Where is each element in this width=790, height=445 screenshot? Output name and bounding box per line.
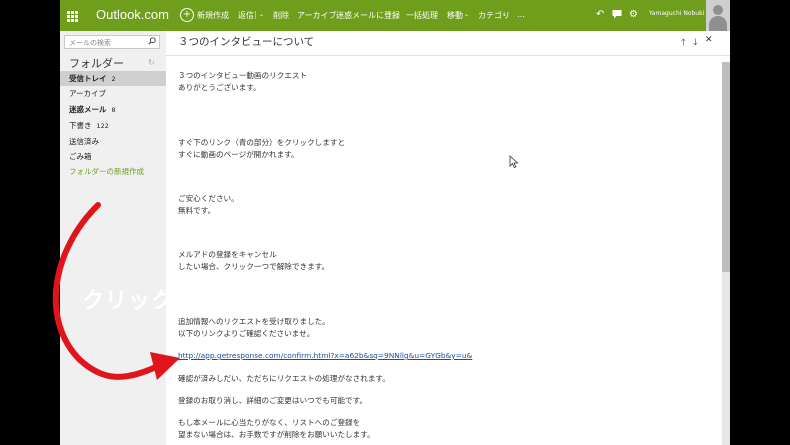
sidebar-item-junk[interactable]: 迷惑メール 8 [60, 102, 166, 117]
message-paragraph: すぐ下のリンク（青の部分）をクリックしますと すぐに動画のページが開かれます。 [178, 138, 346, 159]
top-bar: Outlook.com + 新規作成 返信 | ⌄ 削除 アーカイブ 迷惑メール… [60, 0, 730, 31]
message-subject: ３つのインタビューについて [178, 36, 315, 48]
message-paragraph: もし本メールに心当たりがなく、リストへのご登録を 望まない場合は、お手数ですが削除… [178, 418, 375, 439]
unread-count: 8 [111, 106, 116, 114]
sidebar-item-label: 下書き [69, 121, 92, 130]
new-message-button[interactable]: + 新規作成 [180, 6, 229, 24]
previous-message-icon[interactable]: 🡑 [681, 35, 686, 51]
scrollbar[interactable] [722, 62, 730, 445]
messaging-icon[interactable] [612, 9, 622, 22]
message-paragraph: 登録のお取り消し、詳細のご変更はいつでも可能です。 [178, 396, 368, 405]
close-icon[interactable]: ✕ [705, 35, 713, 45]
sidebar-item-drafts[interactable]: 下書き 122 [60, 118, 166, 133]
more-commands-button[interactable]: … [517, 10, 525, 19]
sidebar-item-archive[interactable]: アーカイブ [60, 86, 166, 101]
outlook-window: Outlook.com + 新規作成 返信 | ⌄ 削除 アーカイブ 迷惑メール… [60, 0, 730, 445]
scrollbar-thumb[interactable] [722, 62, 730, 272]
plus-icon: + [180, 8, 194, 22]
refresh-icon[interactable]: ↻ [148, 58, 155, 67]
reply-divider: | [254, 10, 257, 19]
folders-heading[interactable]: フォルダー [69, 55, 124, 71]
mouse-cursor-icon [509, 155, 519, 169]
unread-count: 2 [111, 75, 116, 83]
sidebar-item-label: ごみ箱 [69, 152, 92, 161]
categories-chevron-down-icon[interactable]: ⌄ [502, 11, 507, 18]
confirm-link[interactable]: http://app.getresponse.com/confirm.html?… [178, 351, 472, 360]
sidebar-item-inbox[interactable]: 受信トレイ 2 [60, 71, 166, 86]
search-icon[interactable] [148, 37, 156, 45]
user-name[interactable]: Yamaguchi Nobuki [649, 10, 704, 17]
next-message-icon[interactable]: 🡓 [693, 35, 698, 51]
new-message-label: 新規作成 [197, 10, 229, 20]
brand-logo[interactable]: Outlook.com [96, 7, 169, 22]
search-placeholder: メールの検索 [69, 39, 111, 47]
sweep-button[interactable]: 一括処理 [406, 10, 438, 21]
header-divider [166, 55, 730, 56]
message-paragraph: 追加情報へのリクエストを受け取りました。 以下のリンクよりご確認くださいませ。 [178, 317, 330, 338]
gear-icon[interactable]: ⚙ [629, 9, 638, 20]
sidebar-item-deleted[interactable]: ごみ箱 [60, 149, 166, 164]
reply-button[interactable]: 返信 [238, 10, 254, 21]
app-launcher-icon[interactable] [60, 0, 84, 31]
click-annotation-label: クリック [82, 289, 175, 314]
new-folder-link[interactable]: フォルダーの新規作成 [60, 164, 166, 179]
draft-count: 122 [96, 122, 109, 130]
sidebar-item-sent[interactable]: 送信済み [60, 134, 166, 149]
delete-button[interactable]: 削除 [273, 10, 289, 21]
message-paragraph: 確認が済みしだい、ただちにリクエストの処理がなされます。 [178, 374, 390, 383]
message-paragraph: メルアドの登録をキャンセル したい場合、クリック一つで解除できます。 [178, 250, 330, 271]
move-button[interactable]: 移動 [447, 10, 463, 21]
sidebar-item-label: 迷惑メール [69, 105, 107, 114]
avatar[interactable] [706, 0, 730, 31]
move-chevron-down-icon[interactable]: ⌄ [464, 11, 469, 18]
undo-icon[interactable]: ↶ [596, 9, 604, 20]
search-input[interactable]: メールの検索 [64, 35, 160, 49]
junk-divider: | [388, 10, 391, 19]
archive-button[interactable]: アーカイブ [297, 10, 337, 21]
sidebar-item-label: アーカイブ [69, 89, 107, 98]
reply-chevron-down-icon[interactable]: ⌄ [259, 11, 264, 18]
sidebar-item-label: 受信トレイ [69, 74, 107, 83]
message-paragraph: ご安心ください。 無料です。 [178, 194, 239, 215]
junk-chevron-down-icon[interactable]: ⌄ [392, 11, 397, 18]
folder-sidebar: メールの検索 フォルダー ↻ 受信トレイ 2 アーカイブ 迷惑メール 8 下書き 12… [60, 31, 166, 445]
sidebar-item-label: 送信済み [69, 137, 99, 146]
message-paragraph: ３つのインタビュー動画のリクエスト ありがとうございます。 [178, 71, 308, 92]
